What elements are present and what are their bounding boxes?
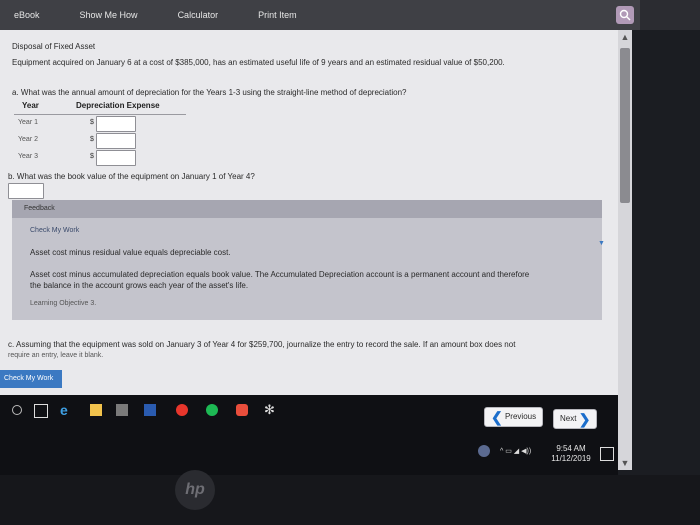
previous-label: Previous (504, 412, 537, 422)
chevron-left-icon: ❮ (491, 409, 503, 425)
collapse-icon[interactable]: ▼ (598, 240, 605, 247)
search-button[interactable] (616, 6, 634, 24)
notifications-icon[interactable] (600, 447, 614, 461)
top-tab-bar: eBook Show Me How Calculator Print Item (0, 0, 640, 30)
col-header-depreciation: Depreciation Expense (76, 101, 160, 110)
tab-show-me-how[interactable]: Show Me How (80, 10, 178, 20)
task-view-icon[interactable] (34, 404, 48, 418)
currency-year-3: $ (90, 153, 94, 160)
depreciation-input-year-1[interactable] (96, 116, 136, 132)
scroll-up-icon[interactable]: ▲ (620, 32, 630, 42)
clock-time: 9:54 AM (556, 444, 586, 453)
book-value-input[interactable] (8, 183, 44, 199)
feedback-line-1: Asset cost minus residual value equals d… (30, 248, 231, 257)
learning-objective: Learning Objective 3. (30, 300, 97, 307)
search-taskbar-icon[interactable] (12, 405, 22, 415)
file-explorer-icon[interactable] (90, 404, 102, 416)
currency-year-2: $ (90, 136, 94, 143)
tab-print-item[interactable]: Print Item (258, 10, 337, 20)
question-c-continued: require an entry, leave it blank. (8, 352, 104, 359)
depreciation-input-year-2[interactable] (96, 133, 136, 149)
scroll-down-icon[interactable]: ▼ (620, 458, 630, 468)
system-clock[interactable]: 9:54 AM 11/12/2019 (548, 444, 594, 464)
feedback-line-2: Asset cost minus accumulated depreciatio… (30, 270, 530, 279)
row-label-year-2: Year 2 (18, 136, 38, 143)
next-label: Next (560, 414, 577, 424)
window-edge (640, 0, 700, 30)
next-button[interactable]: Next ❯ (553, 409, 598, 429)
check-my-work-button[interactable]: Check My Work (0, 370, 62, 388)
row-label-year-1: Year 1 (18, 119, 38, 126)
mail-icon[interactable] (144, 404, 156, 416)
search-icon (619, 9, 631, 21)
feedback-panel (12, 200, 602, 320)
scroll-thumb[interactable] (620, 48, 630, 203)
settings-gear-icon[interactable]: ✻ (264, 402, 276, 417)
office-icon[interactable] (176, 404, 188, 416)
previous-button[interactable]: ❮ Previous (484, 407, 544, 427)
depreciation-input-year-3[interactable] (96, 150, 136, 166)
spotify-icon[interactable] (206, 404, 218, 416)
currency-year-1: $ (90, 119, 94, 126)
app-icon[interactable] (236, 404, 248, 416)
tray-icons[interactable]: ^ ▭ ◢ ◀)) (500, 447, 531, 455)
clock-date: 11/12/2019 (551, 454, 591, 463)
row-label-year-3: Year 3 (18, 153, 38, 160)
problem-intro: Equipment acquired on January 6 at a cos… (12, 58, 505, 67)
question-a: a. What was the annual amount of depreci… (12, 88, 407, 97)
chevron-right-icon: ❯ (578, 411, 591, 427)
user-tray-icon[interactable] (478, 445, 490, 457)
page-scrollbar[interactable]: ▲ ▼ (618, 30, 632, 470)
feedback-header: Feedback (12, 200, 602, 218)
monitor-bezel (0, 475, 700, 525)
tab-ebook[interactable]: eBook (0, 10, 80, 20)
tab-calculator[interactable]: Calculator (178, 10, 259, 20)
col-header-year: Year (22, 101, 39, 110)
check-my-work-link[interactable]: Check My Work (30, 227, 79, 234)
page-title: Disposal of Fixed Asset (12, 42, 96, 51)
question-b: b. What was the book value of the equipm… (8, 172, 255, 181)
edge-browser-icon[interactable]: e (60, 402, 72, 418)
feedback-title: Feedback (24, 205, 55, 212)
store-icon[interactable] (116, 404, 128, 416)
taskbar: e ✻ ❮ Previous Next ❯ ^ ▭ ◢ ◀)) 9:54 AM … (0, 395, 618, 475)
question-c: c. Assuming that the equipment was sold … (8, 340, 516, 349)
screen: eBook Show Me How Calculator Print Item … (0, 0, 700, 525)
table-divider (14, 114, 186, 115)
hp-logo: hp (175, 470, 215, 510)
feedback-line-3: the balance in the account grows each ye… (30, 281, 249, 290)
